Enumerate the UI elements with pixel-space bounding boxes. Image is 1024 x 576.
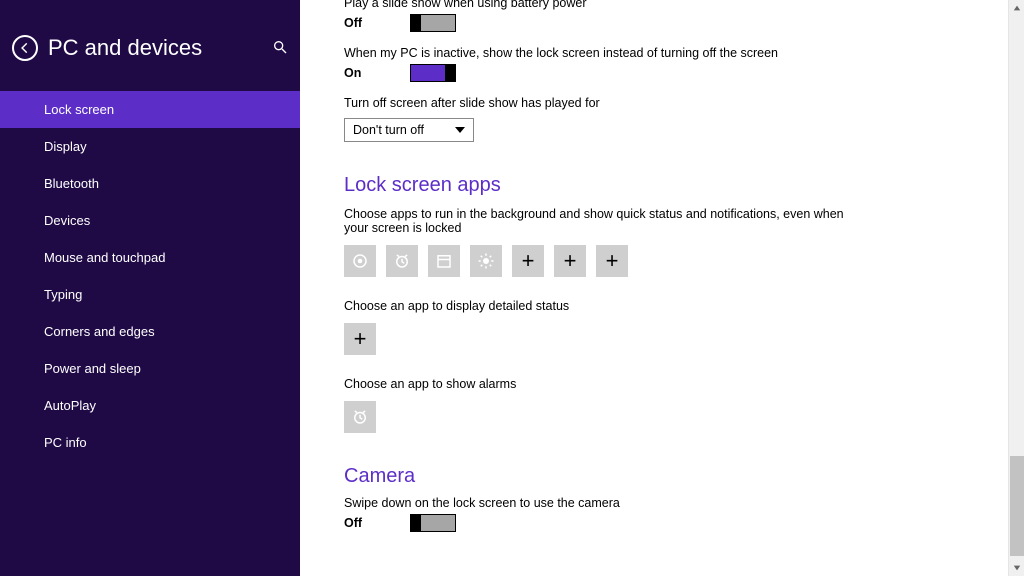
scroll-thumb[interactable] — [1010, 456, 1024, 556]
sidebar-item-typing[interactable]: Typing — [0, 276, 300, 313]
sidebar-item-power-sleep[interactable]: Power and sleep — [0, 350, 300, 387]
quick-app-slot-3[interactable] — [428, 245, 460, 277]
turnoff-label: Turn off screen after slide show has pla… — [344, 96, 978, 110]
battery-slideshow-toggle[interactable] — [410, 14, 456, 32]
quick-status-desc: Choose apps to run in the background and… — [344, 207, 864, 235]
chevron-down-icon — [1013, 564, 1021, 572]
scroll-up[interactable] — [1009, 0, 1024, 16]
sidebar-item-display[interactable]: Display — [0, 128, 300, 165]
battery-slideshow-label: Play a slide show when using battery pow… — [344, 0, 978, 10]
turnoff-select[interactable]: Don't turn off — [344, 118, 474, 142]
search-button[interactable] — [272, 39, 288, 58]
sidebar-nav: Lock screen Display Bluetooth Devices Mo… — [0, 91, 300, 461]
sidebar-item-corners-edges[interactable]: Corners and edges — [0, 313, 300, 350]
sidebar-item-bluetooth[interactable]: Bluetooth — [0, 165, 300, 202]
camera-swipe-toggle[interactable] — [410, 514, 456, 532]
scrollbar[interactable] — [1008, 0, 1024, 576]
quick-app-slot-1[interactable] — [344, 245, 376, 277]
content-area: Play a slide show when using battery pow… — [300, 0, 1024, 576]
sidebar-header: PC and devices — [0, 0, 300, 81]
scroll-down[interactable] — [1009, 560, 1024, 576]
weather-icon — [477, 252, 495, 270]
sidebar: PC and devices Lock screen Display Bluet… — [0, 0, 300, 576]
detailed-status-add[interactable]: + — [344, 323, 376, 355]
quick-app-add-3[interactable]: + — [596, 245, 628, 277]
plus-icon: + — [354, 326, 367, 352]
camera-swipe-state: Off — [344, 516, 394, 530]
page-title: PC and devices — [48, 35, 262, 61]
settings-panel: Play a slide show when using battery pow… — [300, 0, 1008, 576]
plus-icon: + — [606, 248, 619, 274]
arrow-left-icon — [18, 41, 32, 55]
inactive-lockscreen-toggle[interactable] — [410, 64, 456, 82]
alarms-app-slot[interactable] — [344, 401, 376, 433]
alarm-icon — [393, 252, 411, 270]
plus-icon: + — [564, 248, 577, 274]
back-button[interactable] — [12, 35, 38, 61]
quick-app-add-1[interactable]: + — [512, 245, 544, 277]
sidebar-item-autoplay[interactable]: AutoPlay — [0, 387, 300, 424]
alarm-icon — [351, 408, 369, 426]
lockscreen-apps-title: Lock screen apps — [344, 174, 978, 197]
camera-title: Camera — [344, 465, 978, 488]
quick-status-apps: + + + — [344, 245, 978, 277]
alarms-app-label: Choose an app to show alarms — [344, 377, 864, 391]
calendar-icon — [435, 252, 453, 270]
battery-slideshow-state: Off — [344, 16, 394, 30]
quick-app-slot-2[interactable] — [386, 245, 418, 277]
search-icon — [272, 39, 288, 55]
sidebar-item-lock-screen[interactable]: Lock screen — [0, 91, 300, 128]
camera-swipe-label: Swipe down on the lock screen to use the… — [344, 496, 864, 510]
quick-app-slot-4[interactable] — [470, 245, 502, 277]
sidebar-item-pc-info[interactable]: PC info — [0, 424, 300, 461]
sidebar-item-devices[interactable]: Devices — [0, 202, 300, 239]
chevron-up-icon — [1013, 4, 1021, 12]
quick-app-add-2[interactable]: + — [554, 245, 586, 277]
plus-icon: + — [522, 248, 535, 274]
detailed-status-label: Choose an app to display detailed status — [344, 299, 864, 313]
sidebar-item-mouse-touchpad[interactable]: Mouse and touchpad — [0, 239, 300, 276]
inactive-lockscreen-label: When my PC is inactive, show the lock sc… — [344, 46, 978, 60]
inactive-lockscreen-state: On — [344, 66, 394, 80]
circle-dot-icon — [351, 252, 369, 270]
